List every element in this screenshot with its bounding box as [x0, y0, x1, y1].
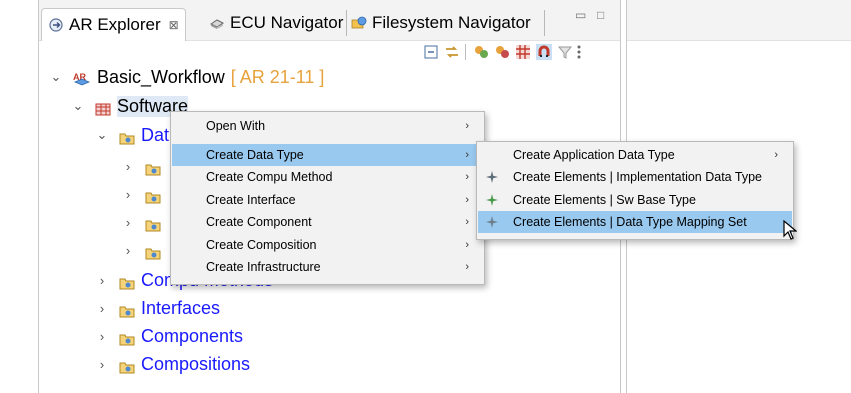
- chevron-right-icon[interactable]: ›: [95, 273, 109, 288]
- tree-label: Compositions: [141, 353, 251, 374]
- menu-item-create-component[interactable]: Create Component ›: [172, 211, 483, 233]
- menu-item-label: Create Elements | Data Type Mapping Set: [513, 215, 747, 229]
- mouse-cursor-icon: [783, 219, 798, 240]
- ar-explorer-icon: [48, 17, 64, 33]
- menu-item-create-composition[interactable]: Create Composition ›: [172, 234, 483, 256]
- tree-row-compositions[interactable]: › Compositions: [95, 351, 250, 377]
- tab-ecu-navigator[interactable]: ECU Navigator: [209, 8, 343, 38]
- right-tab-bar: [627, 0, 851, 41]
- chevron-right-icon[interactable]: ›: [121, 187, 135, 202]
- chevron-right-icon[interactable]: ›: [95, 301, 109, 316]
- menu-item-label: Create Component: [206, 215, 312, 229]
- chevron-down-icon[interactable]: ⌄: [49, 69, 63, 85]
- chevron-right-icon: ›: [465, 194, 469, 206]
- software-package-icon: [95, 100, 111, 115]
- chevron-right-icon: ›: [465, 239, 469, 251]
- tab-separator: [346, 10, 347, 36]
- chevron-down-icon[interactable]: ⌄: [71, 98, 85, 114]
- folder-icon: [119, 274, 135, 289]
- chevron-right-icon[interactable]: ›: [121, 159, 135, 174]
- menu-item-label: Create Elements | Sw Base Type: [513, 193, 696, 207]
- folder-icon: [145, 244, 161, 259]
- sparkle-icon: [486, 171, 498, 183]
- tab-label: Filesystem Navigator: [372, 13, 531, 32]
- view-tab-bar: AR Explorer ⊠ ECU Navigator Filesystem N…: [39, 0, 620, 41]
- chevron-right-icon: ›: [465, 261, 469, 273]
- tree-row-child-3[interactable]: ›: [121, 209, 167, 235]
- sparkle-icon: [486, 216, 498, 228]
- menu-item-label: Create Elements | Implementation Data Ty…: [513, 170, 762, 184]
- magnet-icon[interactable]: [536, 44, 552, 60]
- folder-icon: [119, 330, 135, 345]
- menu-item-label: Create Application Data Type: [513, 148, 675, 162]
- menu-item-open-with[interactable]: Open With ›: [172, 115, 483, 137]
- restore-icon[interactable]: □: [597, 8, 604, 22]
- menu-item-create-compu-method[interactable]: Create Compu Method ›: [172, 166, 483, 188]
- grid-filter-icon[interactable]: [515, 44, 531, 60]
- tree-label: Components: [141, 325, 244, 346]
- chevron-right-icon[interactable]: ›: [121, 243, 135, 258]
- menu-item-create-sw-base-type[interactable]: Create Elements | Sw Base Type: [478, 189, 792, 211]
- tab-filesystem-navigator[interactable]: Filesystem Navigator: [351, 8, 531, 38]
- chevron-right-icon: ›: [774, 149, 778, 161]
- menu-item-label: Create Compu Method: [206, 170, 333, 184]
- folder-icon: [119, 358, 135, 373]
- menu-item-create-data-type-mapping-set[interactable]: Create Elements | Data Type Mapping Set: [478, 211, 792, 233]
- collapse-all-icon[interactable]: [423, 44, 439, 60]
- folder-icon: [145, 216, 161, 231]
- context-menu: Open With › Create Data Type › Create Co…: [170, 111, 485, 285]
- menu-item-create-application-data-type[interactable]: Create Application Data Type ›: [478, 144, 792, 166]
- sparkle-icon: [486, 194, 498, 206]
- tree-label: Basic_Workflow: [97, 66, 225, 87]
- folder-icon: [145, 188, 161, 203]
- toolbar-separator: [465, 44, 466, 60]
- menu-item-create-interface[interactable]: Create Interface ›: [172, 189, 483, 211]
- folder-icon: [145, 160, 161, 175]
- tree-label: Interfaces: [141, 297, 221, 318]
- tree-row-child-4[interactable]: ›: [121, 237, 167, 263]
- folder-icon: [119, 302, 135, 317]
- menu-item-label: Create Infrastructure: [206, 260, 321, 274]
- chevron-down-icon[interactable]: ⌄: [95, 127, 109, 143]
- menu-item-label: Create Data Type: [206, 148, 304, 162]
- chevron-right-icon[interactable]: ›: [95, 357, 109, 372]
- validation-filter-icon[interactable]: [494, 44, 510, 60]
- minimize-icon[interactable]: ▭: [575, 8, 586, 22]
- tree-row-data[interactable]: ⌄ Dat: [95, 122, 169, 148]
- chevron-right-icon[interactable]: ›: [95, 329, 109, 344]
- close-icon[interactable]: ⊠: [169, 18, 179, 32]
- tree-row-interfaces[interactable]: › Interfaces: [95, 295, 220, 321]
- tab-ar-explorer[interactable]: AR Explorer ⊠: [41, 8, 186, 41]
- tree-row-basic-workflow[interactable]: ⌄ AR Basic_Workflow [ AR 21-11 ]: [49, 64, 325, 90]
- menu-item-create-implementation-data-type[interactable]: Create Elements | Implementation Data Ty…: [478, 166, 792, 188]
- folder-icon: [119, 129, 135, 144]
- tab-separator: [544, 10, 545, 36]
- chevron-right-icon: ›: [465, 120, 469, 132]
- view-menu-icon[interactable]: [576, 44, 582, 60]
- chevron-right-icon: ›: [465, 171, 469, 183]
- filesystem-navigator-icon: [351, 15, 367, 31]
- ecu-navigator-icon: [209, 15, 225, 31]
- menu-item-create-data-type[interactable]: Create Data Type ›: [172, 144, 483, 166]
- tab-label: AR Explorer: [69, 15, 161, 34]
- tree-row-child-2[interactable]: ›: [121, 181, 167, 207]
- menu-item-label: Create Composition: [206, 238, 317, 252]
- chevron-right-icon: ›: [465, 149, 469, 161]
- tree-label: Dat: [141, 124, 170, 145]
- menu-item-create-infrastructure[interactable]: Create Infrastructure ›: [172, 256, 483, 278]
- tree-row-components[interactable]: › Components: [95, 323, 243, 349]
- menu-item-label: Create Interface: [206, 193, 296, 207]
- menu-item-label: Open With: [206, 119, 266, 133]
- tree-row-child-1[interactable]: ›: [121, 153, 167, 179]
- ar-project-icon: AR: [73, 71, 91, 85]
- chevron-right-icon[interactable]: ›: [121, 215, 135, 230]
- validation-icon[interactable]: [473, 44, 489, 60]
- create-data-type-submenu: Create Application Data Type › Create El…: [476, 141, 794, 240]
- ar-version-tag: [ AR 21-11 ]: [230, 66, 325, 87]
- tab-label: ECU Navigator: [230, 13, 344, 32]
- chevron-right-icon: ›: [465, 216, 469, 228]
- link-with-editor-icon[interactable]: [444, 44, 460, 60]
- filter-icon[interactable]: [557, 44, 573, 60]
